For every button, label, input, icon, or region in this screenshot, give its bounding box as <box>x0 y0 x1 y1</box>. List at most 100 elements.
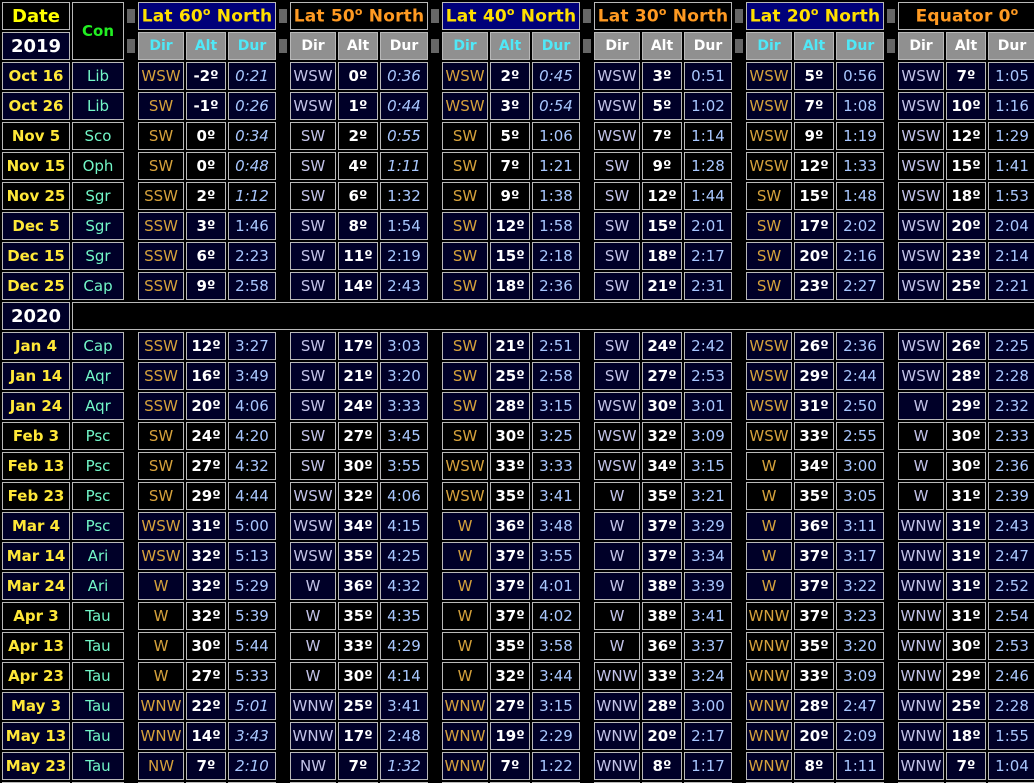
cell-alt-lat1[interactable]: 32º <box>338 482 378 510</box>
cell-dir-lat0[interactable]: SW <box>138 452 184 480</box>
row-date-left[interactable]: Nov 15 <box>2 152 70 180</box>
cell-dur-lat2[interactable]: 3:55 <box>532 542 580 570</box>
cell-alt-lat5[interactable]: 31º <box>946 512 986 540</box>
cell-alt-lat4[interactable]: 33º <box>794 662 834 690</box>
cell-dir-lat3[interactable]: SW <box>594 362 640 390</box>
cell-dur-lat3[interactable]: 0:51 <box>684 62 732 90</box>
cell-alt-lat3[interactable]: 24º <box>642 332 682 360</box>
cell-alt-lat1[interactable]: 8º <box>338 212 378 240</box>
cell-dir-lat0[interactable]: W <box>138 572 184 600</box>
cell-dur-lat2[interactable]: 3:58 <box>532 632 580 660</box>
cell-dur-lat3[interactable]: 2:01 <box>684 212 732 240</box>
cell-dur-lat5[interactable]: 2:43 <box>988 512 1034 540</box>
cell-dir-lat4[interactable]: SW <box>746 242 792 270</box>
cell-alt-lat2[interactable]: 32º <box>490 662 530 690</box>
cell-dir-lat1[interactable]: NW <box>290 752 336 780</box>
cell-dur-lat0[interactable]: 0:48 <box>228 152 276 180</box>
cell-alt-lat5[interactable]: 10º <box>946 92 986 120</box>
cell-alt-lat3[interactable]: 28º <box>642 692 682 720</box>
cell-dur-lat1[interactable]: 4:25 <box>380 542 428 570</box>
cell-dur-lat0[interactable]: 5:33 <box>228 662 276 690</box>
cell-dur-lat2[interactable]: 3:33 <box>532 452 580 480</box>
cell-dur-lat1[interactable]: 4:06 <box>380 482 428 510</box>
cell-dir-lat5[interactable]: WNW <box>898 512 944 540</box>
cell-alt-lat1[interactable]: 11º <box>338 242 378 270</box>
cell-dir-lat3[interactable]: WNW <box>594 692 640 720</box>
cell-dir-lat5[interactable]: W <box>898 452 944 480</box>
cell-alt-lat1[interactable]: 0º <box>338 62 378 90</box>
cell-dur-lat1[interactable]: 0:36 <box>380 62 428 90</box>
cell-alt-lat2[interactable]: 37º <box>490 542 530 570</box>
row-constellation-left[interactable]: Sgr <box>72 212 124 240</box>
cell-dir-lat5[interactable]: WSW <box>898 272 944 300</box>
cell-alt-lat5[interactable]: 31º <box>946 542 986 570</box>
cell-alt-lat0[interactable]: 32º <box>186 602 226 630</box>
row-date-left[interactable]: Feb 3 <box>2 422 70 450</box>
cell-dir-lat0[interactable]: WNW <box>138 722 184 750</box>
cell-dir-lat4[interactable]: SW <box>746 212 792 240</box>
cell-dir-lat2[interactable]: WSW <box>442 92 488 120</box>
cell-alt-lat1[interactable]: 6º <box>338 182 378 210</box>
cell-alt-lat0[interactable]: 0º <box>186 152 226 180</box>
cell-dur-lat4[interactable]: 3:11 <box>836 512 884 540</box>
cell-alt-lat4[interactable]: 37º <box>794 542 834 570</box>
cell-dir-lat2[interactable]: SW <box>442 332 488 360</box>
cell-alt-lat3[interactable]: 20º <box>642 722 682 750</box>
cell-dir-lat2[interactable]: SW <box>442 272 488 300</box>
cell-dur-lat0[interactable]: 1:12 <box>228 182 276 210</box>
cell-dir-lat2[interactable]: W <box>442 602 488 630</box>
cell-dir-lat0[interactable]: SSW <box>138 362 184 390</box>
cell-dur-lat0[interactable]: 3:49 <box>228 362 276 390</box>
cell-dir-lat2[interactable]: W <box>442 632 488 660</box>
cell-dur-lat5[interactable]: 2:36 <box>988 452 1034 480</box>
cell-dur-lat1[interactable]: 1:11 <box>380 152 428 180</box>
cell-alt-lat5[interactable]: 25º <box>946 692 986 720</box>
cell-alt-lat2[interactable]: 2º <box>490 62 530 90</box>
cell-dir-lat4[interactable]: WSW <box>746 332 792 360</box>
row-constellation-left[interactable]: Tau <box>72 602 124 630</box>
cell-alt-lat4[interactable]: 8º <box>794 752 834 780</box>
cell-alt-lat4[interactable]: 35º <box>794 482 834 510</box>
cell-alt-lat3[interactable]: 33º <box>642 662 682 690</box>
row-date-left[interactable]: May 13 <box>2 722 70 750</box>
cell-dir-lat4[interactable]: WNW <box>746 632 792 660</box>
cell-dur-lat4[interactable]: 3:05 <box>836 482 884 510</box>
cell-dur-lat1[interactable]: 4:32 <box>380 572 428 600</box>
cell-dir-lat5[interactable]: WSW <box>898 62 944 90</box>
cell-dir-lat3[interactable]: W <box>594 482 640 510</box>
cell-dur-lat2[interactable]: 3:15 <box>532 392 580 420</box>
cell-dir-lat5[interactable]: WNW <box>898 752 944 780</box>
cell-dur-lat0[interactable]: 4:06 <box>228 392 276 420</box>
cell-alt-lat3[interactable]: 9º <box>642 152 682 180</box>
cell-dir-lat2[interactable]: SW <box>442 182 488 210</box>
cell-dir-lat4[interactable]: WSW <box>746 362 792 390</box>
cell-dur-lat0[interactable]: 0:26 <box>228 92 276 120</box>
cell-alt-lat3[interactable]: 36º <box>642 632 682 660</box>
cell-dir-lat5[interactable]: WSW <box>898 182 944 210</box>
cell-alt-lat2[interactable]: 7º <box>490 152 530 180</box>
cell-alt-lat2[interactable]: 21º <box>490 332 530 360</box>
cell-dir-lat4[interactable]: WSW <box>746 152 792 180</box>
cell-dir-lat5[interactable]: W <box>898 482 944 510</box>
cell-dir-lat0[interactable]: SW <box>138 92 184 120</box>
cell-alt-lat0[interactable]: 14º <box>186 722 226 750</box>
cell-dir-lat0[interactable]: SW <box>138 482 184 510</box>
cell-dur-lat5[interactable]: 1:05 <box>988 62 1034 90</box>
cell-dir-lat5[interactable]: W <box>898 422 944 450</box>
cell-dur-lat3[interactable]: 1:17 <box>684 752 732 780</box>
cell-alt-lat3[interactable]: 15º <box>642 212 682 240</box>
cell-alt-lat4[interactable]: 31º <box>794 392 834 420</box>
cell-dur-lat5[interactable]: 2:46 <box>988 662 1034 690</box>
cell-alt-lat4[interactable]: 12º <box>794 152 834 180</box>
cell-dur-lat2[interactable]: 2:29 <box>532 722 580 750</box>
cell-alt-lat0[interactable]: 7º <box>186 752 226 780</box>
cell-alt-lat4[interactable]: 17º <box>794 212 834 240</box>
cell-alt-lat5[interactable]: 12º <box>946 122 986 150</box>
cell-alt-lat3[interactable]: 30º <box>642 392 682 420</box>
cell-dir-lat2[interactable]: WNW <box>442 752 488 780</box>
cell-dir-lat0[interactable]: W <box>138 602 184 630</box>
cell-dir-lat3[interactable]: WSW <box>594 122 640 150</box>
cell-dur-lat0[interactable]: 1:46 <box>228 212 276 240</box>
row-constellation-left[interactable]: Oph <box>72 152 124 180</box>
row-date-left[interactable]: May 3 <box>2 692 70 720</box>
